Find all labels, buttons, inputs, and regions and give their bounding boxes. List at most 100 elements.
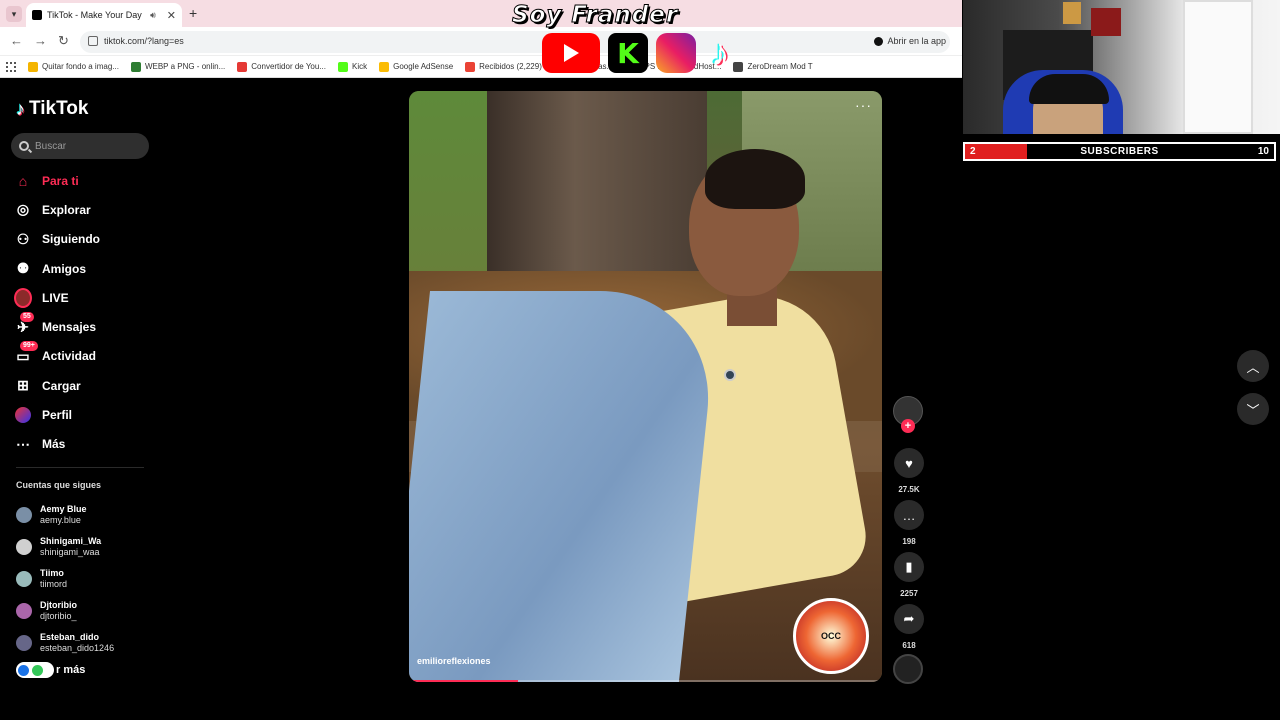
sidebar-item-label: Actividad xyxy=(42,349,97,364)
bookmark-favicon-icon xyxy=(237,61,248,72)
browser-tab[interactable]: TikTok - Make Your Day 🔊︎ ✕ xyxy=(26,3,182,27)
bookmark-label: Quitar fondo a imag... xyxy=(42,62,119,71)
bookmark-label: Recibidos (2,229) xyxy=(479,62,542,71)
sidebar-item-label: Perfil xyxy=(42,408,73,423)
apps-grid-icon[interactable] xyxy=(6,61,16,72)
site-info-icon[interactable] xyxy=(88,36,98,46)
following-account[interactable]: Tiimo tiimord xyxy=(16,563,156,595)
sidebar-item-para-ti[interactable]: ⌂ Para ti xyxy=(14,166,154,195)
following-account[interactable]: Shinigami_Wa shinigami_waa xyxy=(16,531,156,563)
bookmark-item[interactable]: Quitar fondo a imag... xyxy=(28,61,119,72)
sidebar-item-perfil[interactable]: Perfil xyxy=(14,400,154,429)
sidebar-item-siguiendo[interactable]: ⚇ Siguiendo xyxy=(14,225,154,254)
extension-pill[interactable] xyxy=(16,662,54,678)
bookmark-favicon-icon xyxy=(130,61,141,72)
avatar xyxy=(16,571,32,587)
sidebar-item-label: Explorar xyxy=(42,202,91,217)
address-bar[interactable]: tiktok.com/?lang=es Abrir en la app xyxy=(80,31,950,53)
avatar xyxy=(16,507,32,523)
music-disc-icon[interactable] xyxy=(893,654,923,684)
avatar xyxy=(16,635,32,651)
following-account[interactable]: Djtoribio djtoribio_ xyxy=(16,595,156,627)
close-tab-icon[interactable]: ✕ xyxy=(167,9,176,22)
kick-icon: K xyxy=(608,33,648,73)
bookmark-item[interactable]: Recibidos (2,229) xyxy=(465,61,542,72)
video-more-icon[interactable]: ··· xyxy=(855,97,872,113)
channel-watermark: OCC xyxy=(793,598,869,674)
forward-icon[interactable]: → xyxy=(34,33,47,48)
video-progress-fill xyxy=(409,680,518,682)
extension-green-icon xyxy=(32,664,43,676)
previous-video-button[interactable]: ︿ xyxy=(1237,350,1269,382)
following-account[interactable]: Aemy Blue aemy.blue xyxy=(16,499,156,531)
sidebar-item-amigos[interactable]: ⚉ Amigos xyxy=(14,254,154,283)
next-video-button[interactable]: ﹀ xyxy=(1237,393,1269,425)
bookmark-label: WEBP a PNG - onlin... xyxy=(144,62,226,71)
sidebar-divider xyxy=(16,467,144,468)
bookmark-item[interactable]: Google AdSense xyxy=(379,61,454,72)
tiktok-logo[interactable]: ♪ TikTok xyxy=(16,98,88,120)
sidebar-item-label: Más xyxy=(42,437,66,452)
open-in-app-label: Abrir en la app xyxy=(887,36,946,46)
bookmark-favicon-icon xyxy=(379,61,390,72)
bookmark-item[interactable]: ZeroDream Mod T xyxy=(733,61,813,72)
bookmark-item[interactable]: WEBP a PNG - onlin... xyxy=(130,61,226,72)
video-player[interactable]: ··· OCC emilioreflexiones xyxy=(409,91,882,682)
bookmark-favicon-icon xyxy=(465,61,476,72)
screen: ▾ TikTok - Make Your Day 🔊︎ ✕ + ← → ↻ ti… xyxy=(0,0,1280,720)
comment-count: 198 xyxy=(902,537,916,546)
following-account[interactable]: Esteban_dido esteban_dido1246 xyxy=(16,627,156,659)
kick-letter: K xyxy=(617,36,639,70)
account-handle: djtoribio_ xyxy=(40,611,77,621)
comment-action[interactable]: … 198 xyxy=(893,500,925,546)
bookmark-label: Kick xyxy=(351,62,368,71)
account-handle: shinigami_waa xyxy=(40,547,100,557)
heart-icon[interactable]: ♥ xyxy=(894,448,924,478)
subscriber-goal: 10 xyxy=(1257,146,1269,157)
bookmark-item[interactable]: Kick xyxy=(337,61,368,72)
speaker-icon[interactable]: 🔊︎ xyxy=(150,10,156,21)
profile-icon xyxy=(14,406,32,424)
account-handle: aemy.blue xyxy=(40,515,81,525)
back-icon[interactable]: ← xyxy=(10,33,23,48)
bookmark-icon[interactable]: ▮ xyxy=(894,552,924,582)
share-action[interactable]: ➦ 618 xyxy=(893,604,925,650)
compass-icon: ◎ xyxy=(16,201,30,218)
tab-search-button[interactable]: ▾ xyxy=(6,6,22,22)
account-name: Aemy Blue xyxy=(40,504,87,514)
follow-plus-icon[interactable]: + xyxy=(901,419,915,433)
comment-icon[interactable]: … xyxy=(894,500,924,530)
notification-badge: 99+ xyxy=(20,341,38,352)
bookmark-item[interactable]: Convertidor de You... xyxy=(237,61,326,72)
sidebar-item-cargar[interactable]: ⊞ Cargar xyxy=(14,371,154,400)
tiktok-small-icon xyxy=(874,36,884,46)
sidebar-item-label: Cargar xyxy=(42,378,81,393)
save-action[interactable]: ▮ 2257 xyxy=(893,552,925,598)
tiktok-note-icon: ♪ xyxy=(16,98,25,119)
sidebar-item-label: Para ti xyxy=(42,173,79,188)
webcam-feed xyxy=(963,0,1280,134)
sidebar-item-mensajes[interactable]: ✈ 55 Mensajes xyxy=(14,312,154,341)
sidebar-item-actividad[interactable]: ▭ 99+ Actividad xyxy=(14,341,154,371)
see-more-link[interactable]: r más xyxy=(16,662,85,678)
video-username[interactable]: emilioreflexiones xyxy=(417,656,491,666)
like-action[interactable]: ♥ 27.5K xyxy=(893,448,925,494)
live-icon xyxy=(14,287,32,308)
sidebar-item-mas[interactable]: ⋯ Más xyxy=(14,430,154,459)
search-icon[interactable] xyxy=(19,141,29,151)
sidebar-item-label: LIVE xyxy=(42,290,69,305)
reload-icon[interactable]: ↻ xyxy=(58,33,69,49)
new-tab-button[interactable]: + xyxy=(189,5,197,21)
search-box[interactable] xyxy=(11,133,149,159)
bookmark-label: Convertidor de You... xyxy=(251,62,326,71)
extension-blue-icon xyxy=(18,664,29,676)
stream-title: Soy Frander xyxy=(511,2,679,29)
sidebar-item-explorar[interactable]: ◎ Explorar xyxy=(14,195,154,224)
share-icon[interactable]: ➦ xyxy=(894,604,924,634)
sidebar-item-live[interactable]: LIVE xyxy=(14,283,154,312)
bookmark-label: ZeroDream Mod T xyxy=(747,62,813,71)
search-input[interactable] xyxy=(35,140,135,152)
notification-badge: 55 xyxy=(20,312,34,323)
open-in-app-button[interactable]: Abrir en la app xyxy=(874,36,946,46)
bookmark-label: Google AdSense xyxy=(393,62,454,71)
